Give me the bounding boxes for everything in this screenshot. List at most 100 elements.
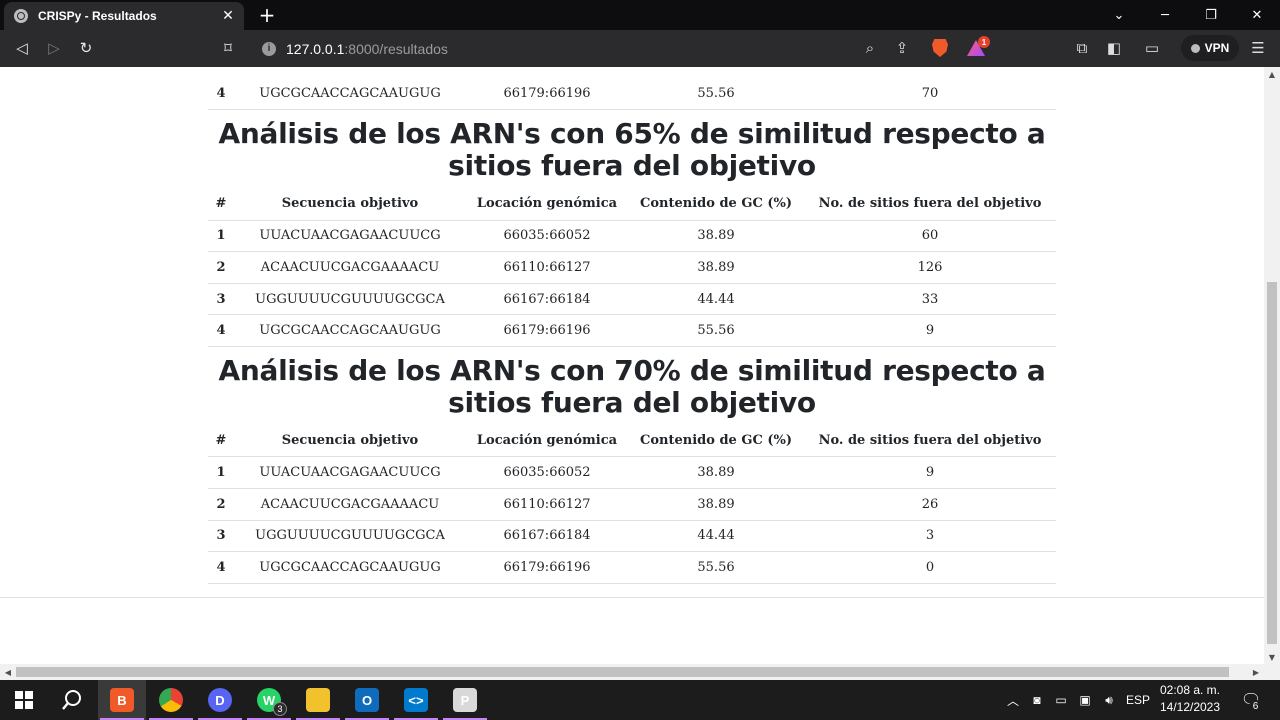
results-table: # Secuencia objetivo Locación genómica Cont… (208, 188, 1056, 347)
scroll-down-icon[interactable]: ▼ (1264, 650, 1280, 664)
globe-icon (14, 9, 28, 23)
time-text: 02:08 a. m. (1159, 683, 1221, 697)
row-number: 4 (208, 314, 234, 347)
browser-tab[interactable]: CRISPy - Resultados ✕ (4, 2, 244, 30)
column-header-sequence: Secuencia objetivo (234, 188, 466, 221)
row-number: 1 (208, 220, 234, 253)
rewards-badge: 1 (978, 36, 990, 48)
restore-button[interactable]: ❐ (1188, 0, 1234, 30)
gc-cell: 55.56 (628, 314, 804, 347)
windows-icon (15, 691, 33, 709)
discord-tray-icon[interactable]: ◙ (1028, 680, 1046, 720)
gc-cell: 55.56 (628, 78, 804, 111)
section-title: Análisis de los ARN's con 70% de similit… (218, 353, 1046, 419)
close-window-button[interactable]: ✕ (1234, 0, 1280, 30)
outlook-icon: O (355, 688, 379, 712)
sequence-cell: ACAACUUCGACGAAAACU (234, 251, 466, 284)
back-button[interactable]: ◁ (10, 36, 34, 60)
table-row: 1 UUACUAACGAGAACUUCG 66035:66052 38.89 60 (208, 220, 1056, 253)
url-path: :8000/resultados (344, 40, 448, 57)
horizontal-scroll-thumb[interactable] (16, 667, 1229, 677)
taskbar-app-whatsapp[interactable]: W3 (245, 680, 293, 720)
scroll-left-icon[interactable]: ◀ (0, 664, 16, 680)
battery-icon[interactable]: ▣ (1076, 680, 1094, 720)
scroll-right-icon[interactable]: ▶ (1248, 664, 1264, 680)
volume-icon[interactable]: 🔊︎ (1098, 680, 1120, 720)
search-button[interactable] (48, 680, 96, 720)
new-tab-button[interactable]: + (256, 3, 278, 27)
discord-icon: D (208, 688, 232, 712)
unread-count-badge: 3 (273, 702, 287, 716)
column-header-location: Locación genómica (466, 424, 628, 458)
row-number: 4 (208, 78, 234, 111)
row-number: 2 (208, 251, 234, 284)
scroll-up-icon[interactable]: ▲ (1264, 67, 1280, 81)
show-hidden-icons[interactable]: ︿ (1004, 680, 1022, 720)
language-indicator[interactable]: ESP (1124, 680, 1152, 720)
vpn-button[interactable]: VPN (1181, 35, 1239, 61)
notification-count: 6 (1249, 700, 1262, 713)
paint-icon: P (453, 688, 477, 712)
taskbar-app-file-explorer[interactable] (294, 680, 342, 720)
row-number: 2 (208, 488, 234, 521)
menu-icon[interactable]: ☰ (1246, 36, 1270, 60)
zoom-icon[interactable]: ⌕ (858, 36, 882, 60)
file-explorer-icon (306, 688, 330, 712)
taskbar-app-discord[interactable]: D (196, 680, 244, 720)
horizontal-scrollbar[interactable]: ◀ ▶ (0, 664, 1280, 680)
windows-taskbar: B D W 3 O <> P ︿ ◙ ▭ ▣ 🔊︎ ESP 02:08 a. m. 14/1… (0, 680, 1280, 720)
taskbar-app-paint[interactable]: P (441, 680, 489, 720)
extensions-icon[interactable]: ⧉ (1070, 36, 1094, 60)
clock[interactable]: 02:08 a. m. 14/12/2023 (1150, 682, 1230, 718)
browser-toolbar: ◁ ▷ ↻ ⌑ i 127.0.0.1:8000/resultados ⌕ ⇪ … (0, 30, 1280, 67)
taskbar-app-outlook[interactable]: O (343, 680, 391, 720)
reload-button[interactable]: ↻ (74, 36, 98, 60)
table-row: 1 UUACUAACGAGAACUUCG 66035:66052 38.89 9 (208, 456, 1056, 490)
site-info-icon[interactable]: i (262, 41, 276, 56)
brave-rewards-icon[interactable]: 1 (964, 36, 990, 60)
sidebar-icon[interactable]: ◧ (1102, 36, 1126, 60)
minimize-button[interactable]: ─ (1142, 0, 1188, 30)
tab-search-icon[interactable]: ⌄ (1096, 0, 1142, 30)
offtarget-cell: 26 (804, 488, 1056, 521)
row-number: 3 (208, 520, 234, 553)
close-tab-icon[interactable]: ✕ (218, 6, 238, 26)
results-table: # Secuencia objetivo Locación genómica Cont… (208, 424, 1056, 584)
wallet-icon[interactable]: ▭ (1140, 36, 1164, 60)
offtarget-cell: 3 (804, 520, 1056, 553)
start-button[interactable] (0, 680, 48, 720)
share-icon[interactable]: ⇪ (890, 36, 914, 60)
bookmark-icon[interactable]: ⌑ (216, 36, 240, 60)
offtarget-cell: 9 (804, 314, 1056, 347)
table-header-row: # Secuencia objetivo Locación genómica Cont… (208, 424, 1056, 458)
whatsapp-icon: W3 (257, 688, 287, 716)
notification-center-icon[interactable]: 🗨︎ 6 (1236, 680, 1266, 720)
partial-table: 4 UGCGCAACCAGCAAUGUG 66179:66196 55.56 7… (208, 78, 1056, 111)
sequence-cell: UUACUAACGAGAACUUCG (234, 220, 466, 253)
sequence-cell: UGCGCAACCAGCAAUGUG (234, 314, 466, 347)
network-icon[interactable]: ▭ (1052, 680, 1070, 720)
column-header-number: # (208, 188, 234, 221)
vscode-icon: <> (404, 688, 428, 712)
vertical-scrollbar[interactable]: ▲ ▼ (1264, 67, 1280, 664)
gc-cell: 55.56 (628, 551, 804, 584)
taskbar-app-vscode[interactable]: <> (392, 680, 440, 720)
taskbar-app-brave[interactable]: B (98, 680, 146, 720)
brave-shields-icon[interactable] (928, 36, 952, 60)
sequence-cell: ACAACUUCGACGAAAACU (234, 488, 466, 521)
offtarget-cell: 33 (804, 283, 1056, 316)
tab-strip: CRISPy - Resultados ✕ + ⌄ ─ ❐ ✕ (0, 0, 1280, 30)
forward-button[interactable]: ▷ (42, 36, 66, 60)
url-host: 127.0.0.1 (286, 40, 345, 57)
results-content: 4 UGCGCAACCAGCAAUGUG 66179:66196 55.56 7… (208, 67, 1056, 584)
location-cell: 66110:66127 (466, 251, 628, 284)
vertical-scroll-thumb[interactable] (1267, 282, 1277, 644)
row-number: 1 (208, 456, 234, 490)
taskbar-app-chrome[interactable] (147, 680, 195, 720)
table-row: 2 ACAACUUCGACGAAAACU 66110:66127 38.89 126 (208, 251, 1056, 284)
location-cell: 66167:66184 (466, 520, 628, 553)
offtarget-cell: 60 (804, 220, 1056, 253)
footer-divider (0, 597, 1264, 598)
column-header-gc: Contenido de GC (%) (628, 188, 804, 221)
location-cell: 66179:66196 (466, 314, 628, 347)
